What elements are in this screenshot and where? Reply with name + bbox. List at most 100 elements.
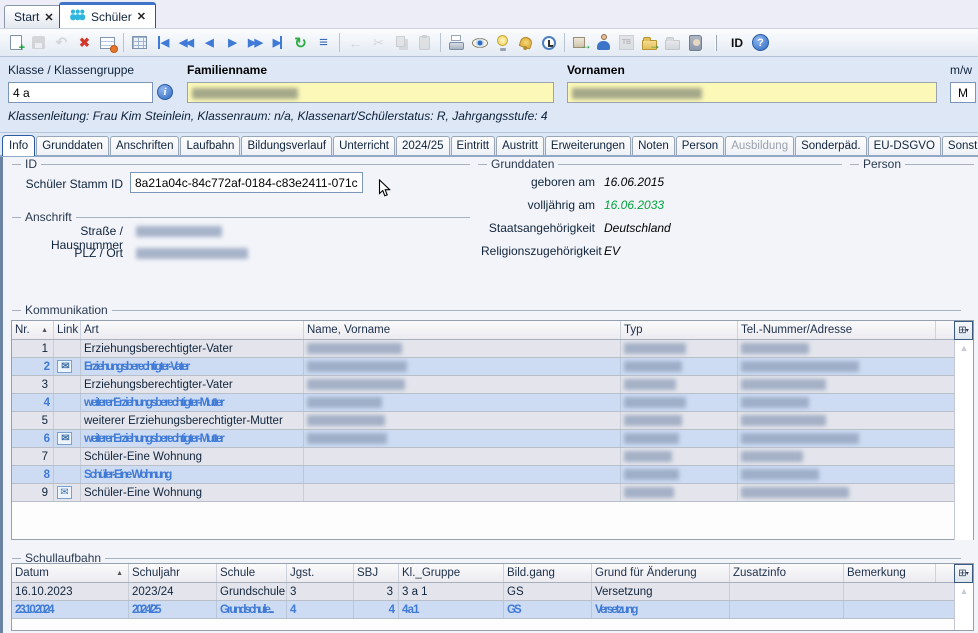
table-row[interactable]: 6 ✉ weiterer Erziehungsberechtigter-Mutt…	[12, 430, 973, 448]
col-schule[interactable]: Schule	[217, 564, 287, 582]
klasse-input[interactable]	[8, 82, 153, 103]
scroll-up-icon[interactable]: ▲	[960, 586, 969, 630]
col-sbj[interactable]: SBJ	[354, 564, 399, 582]
refresh-button[interactable]: ↻	[289, 31, 312, 54]
tab-eintritt[interactable]: Eintritt	[451, 136, 496, 155]
col-typ[interactable]: Typ	[621, 321, 738, 339]
previous-record-button[interactable]: ◀	[197, 31, 220, 54]
table-row[interactable]: 7 Schüler-Eine Wohnung	[12, 448, 973, 466]
tab-eu-dsgvo[interactable]: EU-DSGVO	[868, 136, 941, 155]
column-options-button[interactable]: ⊞▾	[954, 321, 973, 340]
help-button[interactable]: ?	[749, 31, 772, 54]
remove-form-button[interactable]	[96, 31, 119, 54]
minus-badge-icon	[110, 45, 118, 53]
schullaufbahn-header: Datum▲ Schuljahr Schule Jgst. SBJ Kl._Gr…	[12, 564, 973, 583]
refresh-icon: ↻	[294, 34, 307, 52]
new-record-button[interactable]: +	[4, 31, 27, 54]
col-art[interactable]: Art	[81, 321, 304, 339]
table-row[interactable]: 23.10.2024 2024/25 Grundschule... 4 4 4 …	[12, 601, 973, 619]
mail-icon[interactable]: ✉	[57, 486, 72, 499]
person-button[interactable]	[592, 31, 615, 54]
tab-anschriften[interactable]: Anschriften	[110, 136, 180, 155]
col-tel[interactable]: Tel.-Nummer/Adresse	[738, 321, 936, 339]
col-name[interactable]: Name, Vorname	[304, 321, 621, 339]
preview-button[interactable]	[468, 31, 491, 54]
mw-input[interactable]	[950, 82, 976, 103]
table-row[interactable]: 2 ✉ Erziehungsberechtigter-Vater	[12, 358, 973, 376]
tab-info[interactable]: Info	[2, 135, 35, 156]
tab-unterricht[interactable]: Unterricht	[333, 136, 395, 155]
first-record-button[interactable]: ◀	[151, 31, 174, 54]
col-bildgang[interactable]: Bild.gang	[504, 564, 592, 582]
next-record-button[interactable]: ▶	[220, 31, 243, 54]
cut-button[interactable]: ✂	[367, 31, 390, 54]
export-button[interactable]: →	[569, 31, 592, 54]
vertical-scrollbar[interactable]: ▲	[954, 583, 973, 630]
undo-button[interactable]: ↶	[50, 31, 73, 54]
back-button[interactable]: ←	[344, 31, 367, 54]
tab-erweiterungen[interactable]: Erweiterungen	[545, 136, 631, 155]
last-record-icon: ▶	[273, 36, 282, 49]
address-book-button[interactable]	[684, 31, 707, 54]
copy-button[interactable]	[390, 31, 413, 54]
tab-sonderpaed[interactable]: Sonderpäd.	[795, 136, 866, 155]
notifications-button[interactable]	[514, 31, 537, 54]
table-row[interactable]: 4 weiterer Erziehungsberechtigter-Mutter	[12, 394, 973, 412]
col-schuljahr[interactable]: Schuljahr	[129, 564, 217, 582]
scroll-up-icon[interactable]: ▲	[960, 343, 969, 540]
col-grund[interactable]: Grund für Änderung	[592, 564, 730, 582]
last-record-button[interactable]: ▶	[266, 31, 289, 54]
tab-sonstiges[interactable]: Sonstiges	[942, 136, 978, 155]
vornamen-field[interactable]	[567, 82, 937, 103]
save-button[interactable]	[27, 31, 50, 54]
table-row[interactable]: 16.10.2023 2023/24 Grundschule... 3 3 3 …	[12, 583, 973, 601]
address-book-icon	[689, 35, 702, 51]
fast-backward-button[interactable]: ◀◀	[174, 31, 197, 54]
table-row[interactable]: 8 Schüler-Eine Wohnung	[12, 466, 973, 484]
id-button[interactable]: ID	[725, 36, 749, 50]
mail-icon[interactable]: ✉	[57, 360, 72, 373]
window-tab-start[interactable]: Start ✕	[4, 5, 64, 28]
toolbar-drag-handle[interactable]	[715, 35, 717, 51]
table-row[interactable]: 5 weiterer Erziehungsberechtigter-Mutter	[12, 412, 973, 430]
tb-import-button[interactable]: TB	[615, 31, 638, 54]
table-row[interactable]: 3 Erziehungsberechtigter-Vater	[12, 376, 973, 394]
hints-button[interactable]	[491, 31, 514, 54]
vertical-scrollbar[interactable]: ▲	[954, 340, 973, 540]
col-nr[interactable]: Nr.▲	[12, 321, 54, 339]
paste-button[interactable]	[413, 31, 436, 54]
tab-noten[interactable]: Noten	[632, 136, 675, 155]
info-icon[interactable]: i	[157, 84, 173, 100]
col-zusatzinfo[interactable]: Zusatzinfo	[730, 564, 844, 582]
close-icon[interactable]: ✕	[44, 11, 53, 24]
table-row[interactable]: 1 Erziehungsberechtigter-Vater	[12, 340, 973, 358]
group-kommunikation-title: Kommunikation	[25, 303, 108, 317]
window-tab-schueler[interactable]: Schüler ✕	[59, 2, 156, 28]
folder-export-button[interactable]: →	[638, 31, 661, 54]
col-datum[interactable]: Datum▲	[12, 564, 129, 582]
fast-forward-button[interactable]: ▶▶	[243, 31, 266, 54]
overview-button[interactable]	[128, 31, 151, 54]
folder-button[interactable]	[661, 31, 684, 54]
print-button[interactable]	[445, 31, 468, 54]
col-kl-gruppe[interactable]: Kl._Gruppe	[399, 564, 504, 582]
tab-bildungsverlauf[interactable]: Bildungsverlauf	[241, 136, 332, 155]
tab-austritt[interactable]: Austritt	[496, 136, 544, 155]
col-link[interactable]: Link	[54, 321, 81, 339]
col-jgst[interactable]: Jgst.	[287, 564, 354, 582]
close-icon[interactable]: ✕	[137, 10, 146, 23]
list-view-button[interactable]: ≡	[312, 31, 335, 54]
table-row[interactable]: 9 ✉ Schüler-Eine Wohnung	[12, 484, 973, 502]
tab-grunddaten[interactable]: Grunddaten	[36, 136, 109, 155]
column-options-button[interactable]: ⊞▾	[954, 564, 973, 583]
tab-schuljahr[interactable]: 2024/25	[396, 136, 450, 155]
familienname-field[interactable]	[187, 82, 554, 103]
stamm-id-input[interactable]	[130, 172, 363, 193]
tab-person[interactable]: Person	[676, 136, 724, 155]
mail-icon[interactable]: ✉	[57, 432, 72, 445]
redacted-value	[624, 415, 682, 426]
tab-laufbahn[interactable]: Laufbahn	[180, 136, 240, 155]
col-bemerkung[interactable]: Bemerkung	[844, 564, 936, 582]
reminder-button[interactable]	[537, 31, 560, 54]
delete-button[interactable]: ✖	[73, 31, 96, 54]
